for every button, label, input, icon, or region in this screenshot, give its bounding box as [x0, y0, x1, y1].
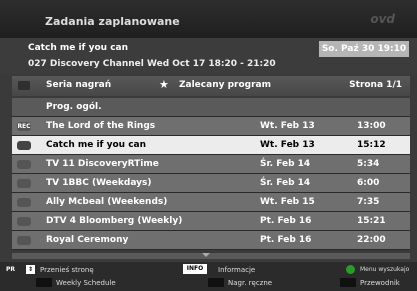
guide-key[interactable]: [340, 278, 356, 287]
reminder-icon: [17, 141, 31, 150]
program-info-panel: Catch me if you can 027 Discovery Channe…: [0, 38, 417, 74]
guide-label: Przewodnik: [360, 279, 400, 287]
row-day: Śr. Feb 14: [260, 178, 311, 188]
table-row[interactable]: DTV 4 Bloomberg (Weekly) Pt. Feb 16 15:2…: [12, 212, 410, 231]
keyboard-icon: [18, 81, 30, 90]
row-day: Wt. Feb 13: [260, 140, 315, 150]
search-menu-label: Menu wyszukajo: [360, 266, 410, 273]
pr-key-label: PR: [6, 266, 16, 273]
table-row[interactable]: TV 11 DiscoveryRTime Śr. Feb 14 5:34: [12, 155, 410, 174]
window-title: Zadania zaplanowane: [45, 15, 180, 28]
row-name: Catch me if you can: [46, 140, 147, 150]
recommended-program-button[interactable]: Zalecany program: [179, 80, 271, 90]
table-row-selected[interactable]: Catch me if you can Wt. Feb 13 15:12: [12, 136, 410, 155]
table-row[interactable]: Ally Mcbeal (Weekends) Wt. Feb 15 7:35: [12, 193, 410, 212]
list-scroll-area[interactable]: [12, 253, 410, 259]
weekly-schedule-key[interactable]: [36, 278, 52, 287]
series-icon: [17, 217, 31, 226]
table-row[interactable]: TV 1BBC (Weekdays) Śr. Feb 14 6:00: [12, 174, 410, 193]
row-day: Wt. Feb 13: [260, 121, 315, 131]
green-button-icon[interactable]: [346, 265, 355, 274]
row-time: 15:21: [357, 216, 386, 226]
record-icon: REC: [17, 122, 31, 131]
updown-arrow-icon: ⇕: [26, 265, 35, 274]
series-recording-button[interactable]: Seria nagrań: [46, 80, 111, 90]
info-key[interactable]: INFO: [183, 264, 207, 274]
scroll-down-arrow-icon[interactable]: [202, 253, 210, 257]
row-day: Śr. Feb 14: [260, 159, 311, 169]
move-page-label: Przenieś stronę: [40, 266, 94, 274]
schedule-toolbar: Seria nagrań ★ Zalecany program Strona 1…: [12, 76, 410, 96]
table-row[interactable]: Royal Ceremony Pt. Feb 16 22:00: [12, 231, 410, 250]
series-icon: [17, 160, 31, 169]
row-time: 13:00: [357, 121, 386, 131]
star-icon: ★: [159, 78, 169, 91]
row-name: TV 1BBC (Weekdays): [46, 178, 152, 188]
list-header-label: Prog. ogól.: [46, 102, 102, 112]
series-icon: [17, 198, 31, 207]
row-time: 5:34: [357, 159, 380, 169]
table-row[interactable]: REC The Lord of the Rings Wt. Feb 13 13:…: [12, 117, 410, 136]
row-name: Royal Ceremony: [46, 235, 129, 245]
row-time: 7:35: [357, 197, 380, 207]
program-details: 027 Discovery Channel Wed Oct 17 18:20 -…: [28, 59, 276, 69]
row-time: 6:00: [357, 178, 380, 188]
page-indicator: Strona 1/1: [349, 80, 402, 90]
program-title: Catch me if you can: [28, 43, 129, 53]
manual-recording-label: Nagr. ręczne: [228, 279, 273, 287]
row-name: The Lord of the Rings: [46, 121, 156, 131]
list-header: Prog. ogól.: [12, 98, 410, 117]
brand-logo: ovd: [370, 12, 395, 26]
row-time: 22:00: [357, 235, 386, 245]
date-time-display: So. Paź 30 19:10: [319, 41, 409, 57]
info-label: Informacje: [218, 266, 256, 274]
row-time: 15:12: [357, 140, 386, 150]
manual-recording-key[interactable]: [208, 278, 224, 287]
scheduled-tasks-screen: Zadania zaplanowane ovd Catch me if you …: [0, 0, 417, 291]
row-day: Pt. Feb 16: [260, 235, 312, 245]
weekly-schedule-label: Weekly Schedule: [56, 279, 116, 287]
row-name: DTV 4 Bloomberg (Weekly): [46, 216, 183, 226]
row-day: Pt. Feb 16: [260, 216, 312, 226]
title-bar: Zadania zaplanowane ovd: [0, 0, 417, 38]
series-icon: [17, 179, 31, 188]
row-name: TV 11 DiscoveryRTime: [46, 159, 159, 169]
reminder-icon: [17, 236, 31, 245]
row-name: Ally Mcbeal (Weekends): [46, 197, 168, 207]
schedule-list: Prog. ogól. REC The Lord of the Rings Wt…: [12, 98, 410, 250]
footer-legend: PR ⇕ Przenieś stronę INFO Informacje Men…: [0, 262, 417, 291]
row-day: Wt. Feb 15: [260, 197, 315, 207]
